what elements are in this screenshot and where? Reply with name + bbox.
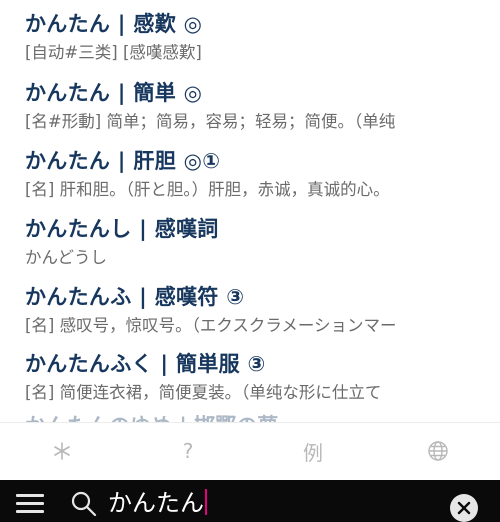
result-item[interactable]: かんたんし | 感嘆詞 かんどうし	[25, 215, 500, 270]
clear-icon[interactable]	[450, 494, 478, 522]
search-input-text: かんたん	[108, 489, 204, 517]
result-item[interactable]: かんたん | 肝胆 ◎① [名] 肝和胆。（肝と胆。）肝胆，赤诚，真诚的心。	[25, 147, 500, 202]
menu-icon[interactable]	[14, 488, 46, 518]
result-headword: かんたんし | 感嘆詞	[25, 217, 219, 241]
results-list: かんたん | 感歎 ◎ [自动#三类] [感嘆感歎] かんたん | 簡単 ◎ […	[0, 0, 500, 430]
result-gloss: かんどうし	[25, 248, 108, 267]
question-icon[interactable]: ?	[168, 433, 208, 469]
search-bar: かんたん	[0, 480, 500, 522]
result-gloss: [名] 肝和胆。（肝と胆。）肝胆，赤诚，真诚的心。	[25, 180, 390, 199]
result-item[interactable]: かんたん | 簡単 ◎ [名#形動] 简单；简易，容易；轻易；简便。（单纯	[25, 79, 500, 134]
asterisk-icon[interactable]	[42, 433, 82, 469]
result-gloss: [名] 感叹号，惊叹号。（エクスクラメーションマー	[25, 316, 397, 335]
result-gloss: [名] 简便连衣裙，简便夏装。（单纯な形に仕立て	[25, 383, 382, 402]
keyboard-accessory-bar: ? 例	[0, 422, 500, 480]
example-glyph: 例	[303, 440, 323, 465]
result-item[interactable]: かんたんふく | 簡単服 ③ [名] 简便连衣裙，简便夏装。（单纯な形に仕立て	[25, 350, 500, 405]
result-gloss: [名#形動] 简单；简易，容易；轻易；简便。（单纯	[25, 112, 396, 131]
result-headword: かんたん | 肝胆 ◎①	[25, 149, 221, 173]
question-glyph: ?	[182, 439, 194, 463]
text-caret	[205, 489, 207, 515]
result-headword: かんたん | 感歎 ◎	[25, 12, 203, 36]
example-icon[interactable]: 例	[293, 433, 333, 469]
result-gloss: [自动#三类] [感嘆感歎]	[25, 43, 202, 62]
result-headword: かんたん | 簡単 ◎	[25, 81, 203, 105]
globe-icon[interactable]	[418, 433, 458, 469]
search-input[interactable]: かんたん	[108, 484, 408, 522]
result-headword: かんたんふく | 簡単服 ③	[25, 352, 266, 376]
result-headword: かんたんふ | 感嘆符 ③	[25, 285, 245, 309]
result-item[interactable]: かんたん | 感歎 ◎ [自动#三类] [感嘆感歎]	[25, 10, 500, 65]
result-item[interactable]: かんたんふ | 感嘆符 ③ [名] 感叹号，惊叹号。（エクスクラメーションマー	[25, 283, 500, 338]
search-icon	[70, 490, 98, 518]
